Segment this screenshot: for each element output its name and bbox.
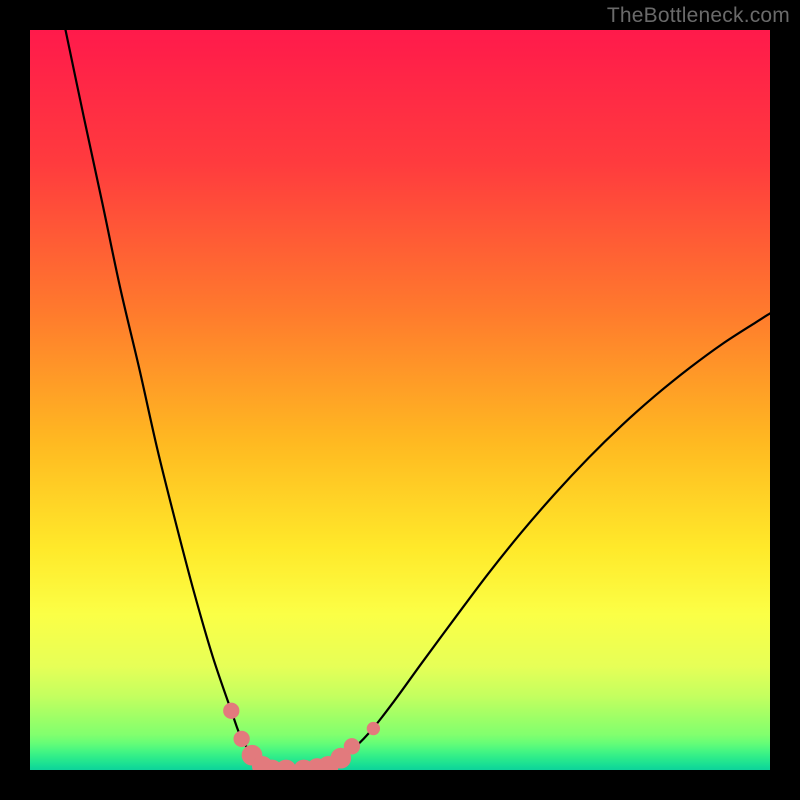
curve-layer	[30, 30, 770, 770]
chart-frame: TheBottleneck.com	[0, 0, 800, 800]
highlight-dot	[234, 731, 250, 747]
highlight-dots	[223, 703, 380, 770]
plot-area	[30, 30, 770, 770]
highlight-dot	[276, 760, 297, 770]
highlight-dot	[367, 722, 380, 735]
bottleneck-curve	[66, 30, 770, 770]
highlight-dot	[223, 703, 239, 719]
watermark-text: TheBottleneck.com	[607, 4, 790, 28]
highlight-dot	[344, 738, 360, 754]
